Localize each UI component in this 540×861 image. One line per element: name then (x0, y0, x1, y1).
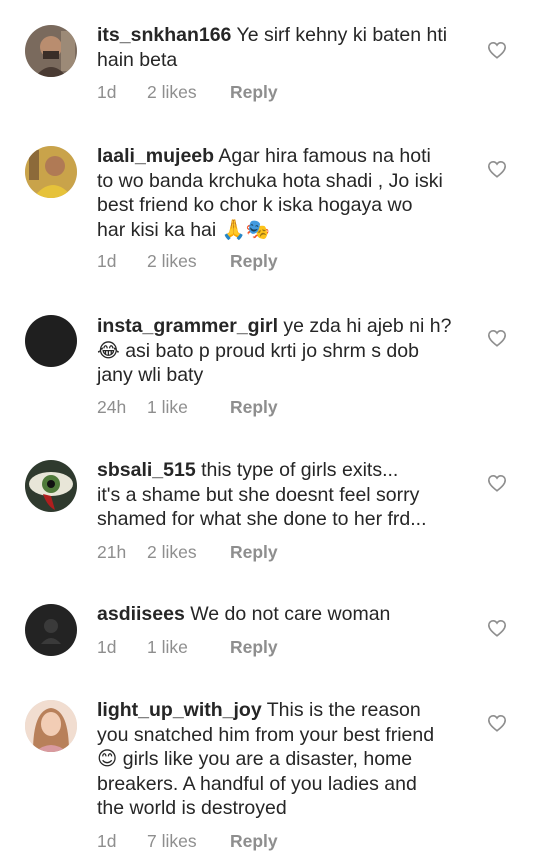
comment-text: light_up_with_joy This is the reason you… (97, 698, 472, 821)
heart-outline-icon[interactable] (487, 329, 509, 349)
reply-button[interactable]: Reply (230, 637, 278, 658)
comment-likes[interactable]: 2 likes (147, 542, 230, 563)
comment-text: its_snkhan166 Ye sirf kehny ki baten hti… (97, 23, 472, 72)
reply-button[interactable]: Reply (230, 251, 278, 272)
comment-meta: 1d 1 like Reply (97, 637, 278, 658)
comment-meta: 1d 2 likes Reply (97, 82, 278, 103)
reply-button[interactable]: Reply (230, 831, 278, 852)
comment-time: 21h (97, 542, 127, 562)
comment-meta: 21h 2 likes Reply (97, 542, 278, 563)
avatar[interactable] (25, 700, 77, 752)
comment-likes[interactable]: 7 likes (147, 831, 230, 852)
reply-button[interactable]: Reply (230, 82, 278, 103)
comment-text: sbsali_515 this type of girls exits... i… (97, 458, 472, 532)
comment-meta: 1d 2 likes Reply (97, 251, 278, 272)
comment-username[interactable]: asdiisees (97, 603, 185, 625)
reply-button[interactable]: Reply (230, 542, 278, 563)
heart-outline-icon[interactable] (487, 619, 509, 639)
comment-likes[interactable]: 2 likes (147, 82, 230, 103)
comment-body: We do not care woman (184, 603, 391, 625)
comment-text: asdiisees We do not care woman (97, 602, 472, 627)
comment-time: 1d (97, 251, 117, 271)
avatar[interactable] (25, 315, 77, 367)
heart-outline-icon[interactable] (487, 714, 509, 734)
comment-username[interactable]: laali_mujeeb (97, 145, 214, 167)
comment-meta: 1d 7 likes Reply (97, 831, 278, 852)
heart-outline-icon[interactable] (487, 41, 509, 61)
avatar[interactable] (25, 460, 77, 512)
avatar[interactable] (25, 604, 77, 656)
reply-button[interactable]: Reply (230, 397, 278, 418)
comment-time: 1d (97, 637, 117, 657)
comment-username[interactable]: insta_grammer_girl (97, 315, 278, 337)
comment-likes[interactable]: 2 likes (147, 251, 230, 272)
avatar[interactable] (25, 146, 77, 198)
comment-meta: 24h 1 like Reply (97, 397, 278, 418)
comment-username[interactable]: light_up_with_joy (97, 699, 262, 721)
heart-outline-icon[interactable] (487, 160, 509, 180)
comment-username[interactable]: its_snkhan166 (97, 24, 231, 46)
comment-time: 1d (97, 831, 117, 851)
comment-likes[interactable]: 1 like (147, 397, 230, 418)
avatar[interactable] (25, 25, 77, 77)
heart-outline-icon[interactable] (487, 474, 509, 494)
comment-time: 24h (97, 397, 127, 417)
comment-username[interactable]: sbsali_515 (97, 459, 196, 481)
comment-time: 1d (97, 82, 117, 102)
comment-likes[interactable]: 1 like (147, 637, 230, 658)
comment-text: insta_grammer_girl ye zda hi ajeb ni h? … (97, 314, 472, 388)
comment-text: laali_mujeeb Agar hira famous na hoti to… (97, 144, 472, 242)
